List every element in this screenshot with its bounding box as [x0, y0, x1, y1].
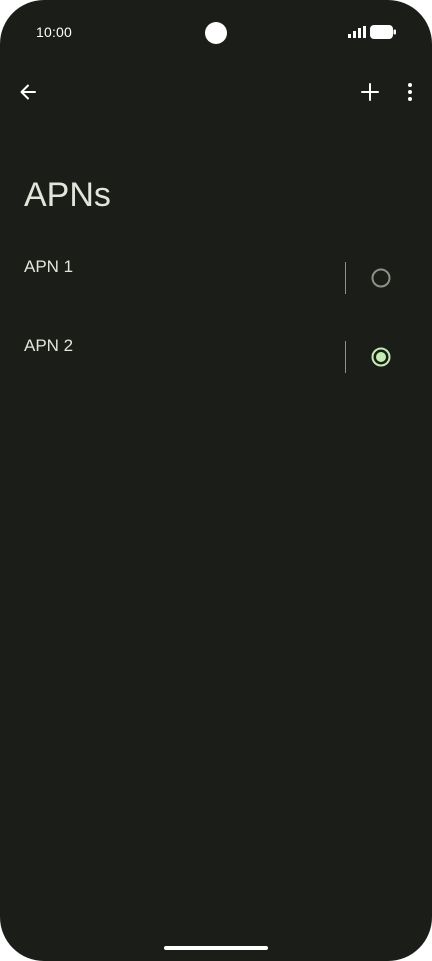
add-icon [361, 83, 379, 101]
battery-icon [370, 25, 396, 39]
radio-selected-icon [371, 347, 391, 367]
apn-divider [345, 341, 346, 373]
apn-radio-button[interactable] [368, 344, 394, 370]
gesture-nav-handle[interactable] [164, 946, 268, 950]
apn-item-1[interactable]: APN 1 [0, 238, 432, 317]
page-title: APNs [24, 176, 111, 214]
radio-unselected-icon [371, 268, 391, 288]
camera-cutout [205, 22, 227, 44]
more-vert-icon [408, 83, 412, 101]
apn-list: APN 1 APN 2 [0, 238, 432, 396]
apn-item-label: APN 1 [24, 257, 74, 276]
add-apn-button[interactable] [350, 72, 390, 112]
status-time: 10:00 [36, 24, 73, 40]
apn-radio-button[interactable] [368, 265, 394, 291]
apn-item-label: APN 2 [24, 336, 74, 355]
status-bar: 10:00 [0, 0, 432, 64]
more-options-button[interactable] [390, 72, 430, 112]
apn-item-2[interactable]: APN 2 [0, 317, 432, 396]
apn-divider [345, 262, 346, 294]
app-bar [0, 68, 432, 116]
phone-screen: 10:00 APNs APN 1 APN 2 [0, 0, 432, 961]
signal-icon [348, 26, 366, 38]
back-button[interactable] [8, 72, 48, 112]
arrow-back-icon [20, 84, 36, 100]
